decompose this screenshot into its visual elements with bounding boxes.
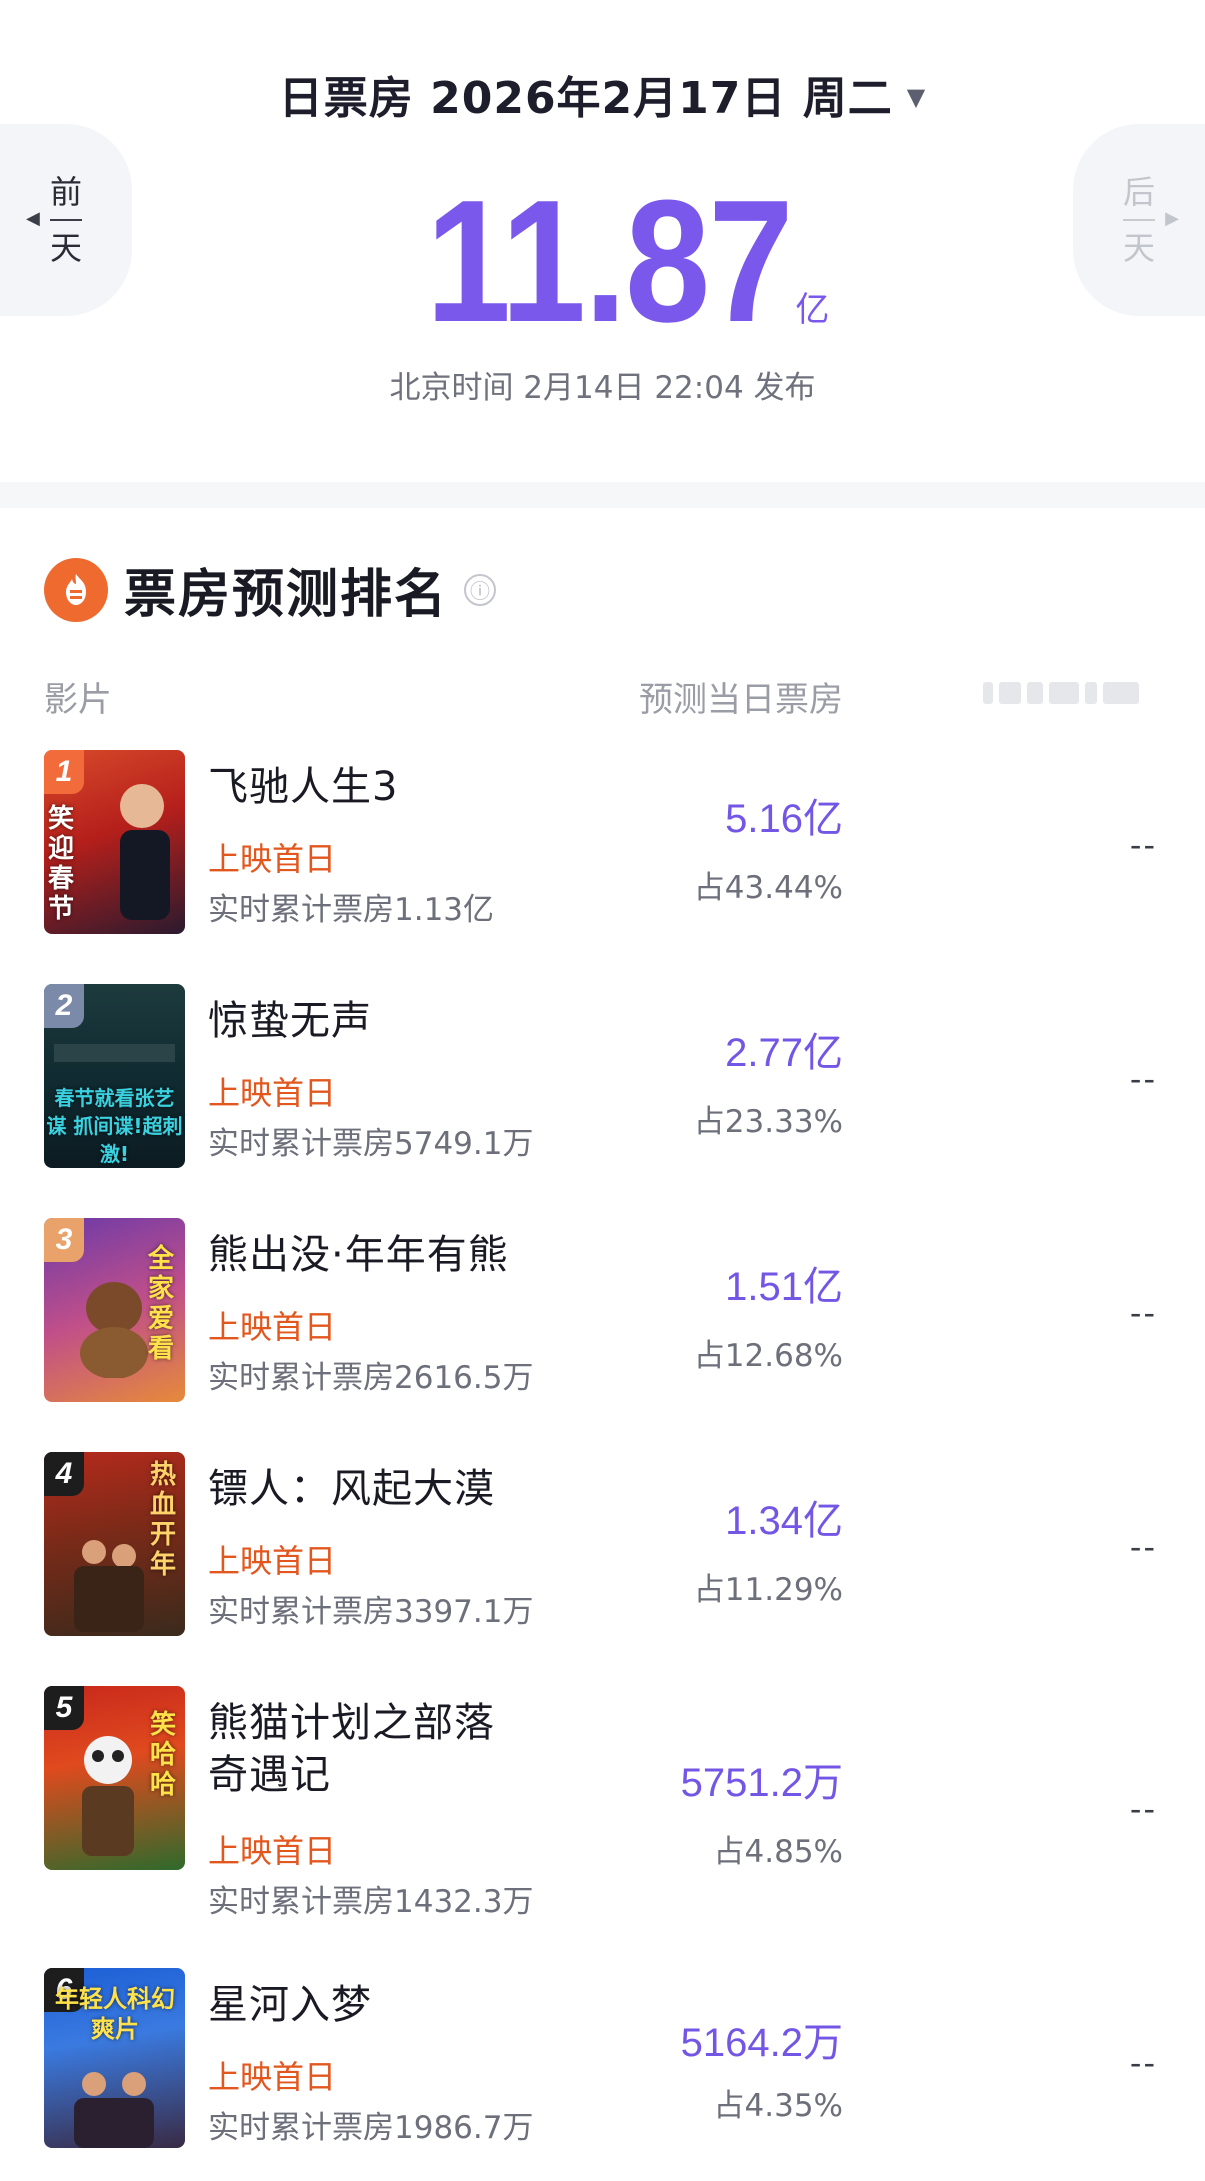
- ranking-title: 票房预测排名: [124, 565, 449, 625]
- publish-time: 北京时间 2月14日 22:04 发布: [389, 370, 816, 406]
- total-unit: 亿: [795, 290, 830, 330]
- extra-value: --: [1129, 2044, 1157, 2082]
- poster-text: 热血开年: [150, 1460, 177, 1580]
- forecast-value: 2.77亿: [725, 1031, 843, 1075]
- cumulative-box-office: 实时累计票房1.13亿: [208, 892, 495, 928]
- movie-title[interactable]: 飞驰人生3: [208, 762, 398, 812]
- release-status: 上映首日: [208, 1308, 337, 1346]
- extra-value: --: [1129, 1294, 1157, 1332]
- poster-figure: [120, 784, 170, 920]
- movie-poster[interactable]: 3 全家爱看: [44, 1218, 185, 1402]
- movie-title-line-2[interactable]: 奇遇记: [208, 1750, 331, 1800]
- movie-poster[interactable]: 4 热血开年: [44, 1452, 185, 1636]
- movie-row-6[interactable]: 6 年轻人科幻爽片 星河入梦 上映首日 实时累计票房1986.7万 5164.2…: [0, 1968, 1205, 2168]
- poster-figure: [74, 1540, 144, 1632]
- column-header-film: 影片: [44, 680, 112, 720]
- poster-figure: [54, 1044, 175, 1062]
- forecast-value: 1.51亿: [725, 1265, 843, 1309]
- rank-badge: 2: [44, 984, 84, 1028]
- release-status: 上映首日: [208, 1542, 337, 1580]
- movie-poster[interactable]: 2 春节就看张艺谋 抓间谍!超刺激!: [44, 984, 185, 1168]
- movie-title[interactable]: 惊蛰无声: [208, 996, 372, 1046]
- share-value: 占43.44%: [693, 870, 843, 906]
- date-label[interactable]: 日票房 2026年2月17日 周二: [279, 73, 893, 124]
- movie-poster[interactable]: 1 笑迎春节: [44, 750, 185, 934]
- cumulative-box-office: 实时累计票房1986.7万: [208, 2110, 534, 2146]
- blurred-column-header: [983, 676, 1163, 710]
- forecast-value: 5751.2万: [680, 1761, 843, 1805]
- release-status: 上映首日: [208, 2058, 337, 2096]
- ranking-section-title: 票房预测排名 ⓘ: [44, 552, 497, 627]
- total-value: 11.87: [425, 163, 793, 358]
- movie-row-3[interactable]: 3 全家爱看 熊出没·年年有熊 上映首日 实时累计票房2616.5万 1.51亿…: [0, 1214, 1205, 1414]
- poster-figure: [82, 1736, 134, 1856]
- movie-row-4[interactable]: 4 热血开年 镖人：风起大漠 上映首日 实时累计票房3397.1万 1.34亿 …: [0, 1448, 1205, 1648]
- cumulative-box-office: 实时累计票房2616.5万: [208, 1360, 534, 1396]
- movie-title[interactable]: 星河入梦: [208, 1980, 372, 2030]
- extra-value: --: [1129, 1790, 1157, 1828]
- cumulative-box-office: 实时累计票房3397.1万: [208, 1594, 534, 1630]
- movie-title[interactable]: 镖人：风起大漠: [208, 1464, 495, 1514]
- chevron-down-icon[interactable]: ▼: [907, 83, 926, 111]
- rank-badge: 3: [44, 1218, 84, 1262]
- share-value: 占23.33%: [693, 1104, 843, 1140]
- movie-poster[interactable]: 6 年轻人科幻爽片: [44, 1968, 185, 2148]
- cumulative-box-office: 实时累计票房5749.1万: [208, 1126, 534, 1162]
- poster-text: 笑迎春节: [48, 804, 75, 924]
- release-status: 上映首日: [208, 840, 337, 878]
- column-header-forecast: 预测当日票房: [639, 680, 843, 720]
- rank-badge: 4: [44, 1452, 84, 1496]
- forecast-value: 5164.2万: [680, 2021, 843, 2065]
- cumulative-box-office: 实时累计票房1432.3万: [208, 1884, 534, 1920]
- poster-figure: [74, 2072, 154, 2148]
- rank-badge: 5: [44, 1686, 84, 1730]
- forecast-value: 5.16亿: [725, 797, 843, 841]
- poster-text: 全家爱看: [148, 1244, 175, 1364]
- movie-title-line-1[interactable]: 熊猫计划之部落: [208, 1698, 495, 1748]
- share-value: 占4.85%: [713, 1834, 843, 1870]
- release-status: 上映首日: [208, 1832, 337, 1870]
- extra-value: --: [1129, 826, 1157, 864]
- info-icon[interactable]: ⓘ: [464, 573, 497, 606]
- extra-value: --: [1129, 1060, 1157, 1098]
- poster-text: 春节就看张艺谋 抓间谍!超刺激!: [46, 1086, 183, 1166]
- share-value: 占4.35%: [713, 2088, 843, 2124]
- movie-poster[interactable]: 5 笑哈哈: [44, 1686, 185, 1870]
- movie-title[interactable]: 熊出没·年年有熊: [208, 1230, 509, 1280]
- rank-badge: 1: [44, 750, 84, 794]
- movie-row-5[interactable]: 5 笑哈哈 熊猫计划之部落 奇遇记 上映首日 实时累计票房1432.3万 575…: [0, 1682, 1205, 1942]
- date-selector[interactable]: 日票房 2026年2月17日 周二 ▼: [0, 62, 1205, 126]
- daily-box-office-header: 日票房 2026年2月17日 周二 ▼ ◀ 前 天 ▶ 后 天 11.87 亿 北京…: [0, 0, 1205, 482]
- poster-text: 年轻人科幻爽片: [55, 1985, 175, 2043]
- share-value: 占11.29%: [693, 1572, 843, 1608]
- movie-row-1[interactable]: 1 笑迎春节 飞驰人生3 上映首日 实时累计票房1.13亿 5.16亿 占43.…: [0, 746, 1205, 946]
- forecast-value: 1.34亿: [725, 1499, 843, 1543]
- box-office-icon: [44, 557, 108, 622]
- total-box-office: 11.87 亿: [0, 163, 1205, 358]
- poster-text: 笑哈哈: [150, 1710, 177, 1800]
- poster-figure: [80, 1282, 148, 1378]
- extra-value: --: [1129, 1528, 1157, 1566]
- movie-row-2[interactable]: 2 春节就看张艺谋 抓间谍!超刺激! 惊蛰无声 上映首日 实时累计票房5749.…: [0, 980, 1205, 1180]
- section-divider: [0, 482, 1205, 508]
- share-value: 占12.68%: [693, 1338, 843, 1374]
- release-status: 上映首日: [208, 1074, 337, 1112]
